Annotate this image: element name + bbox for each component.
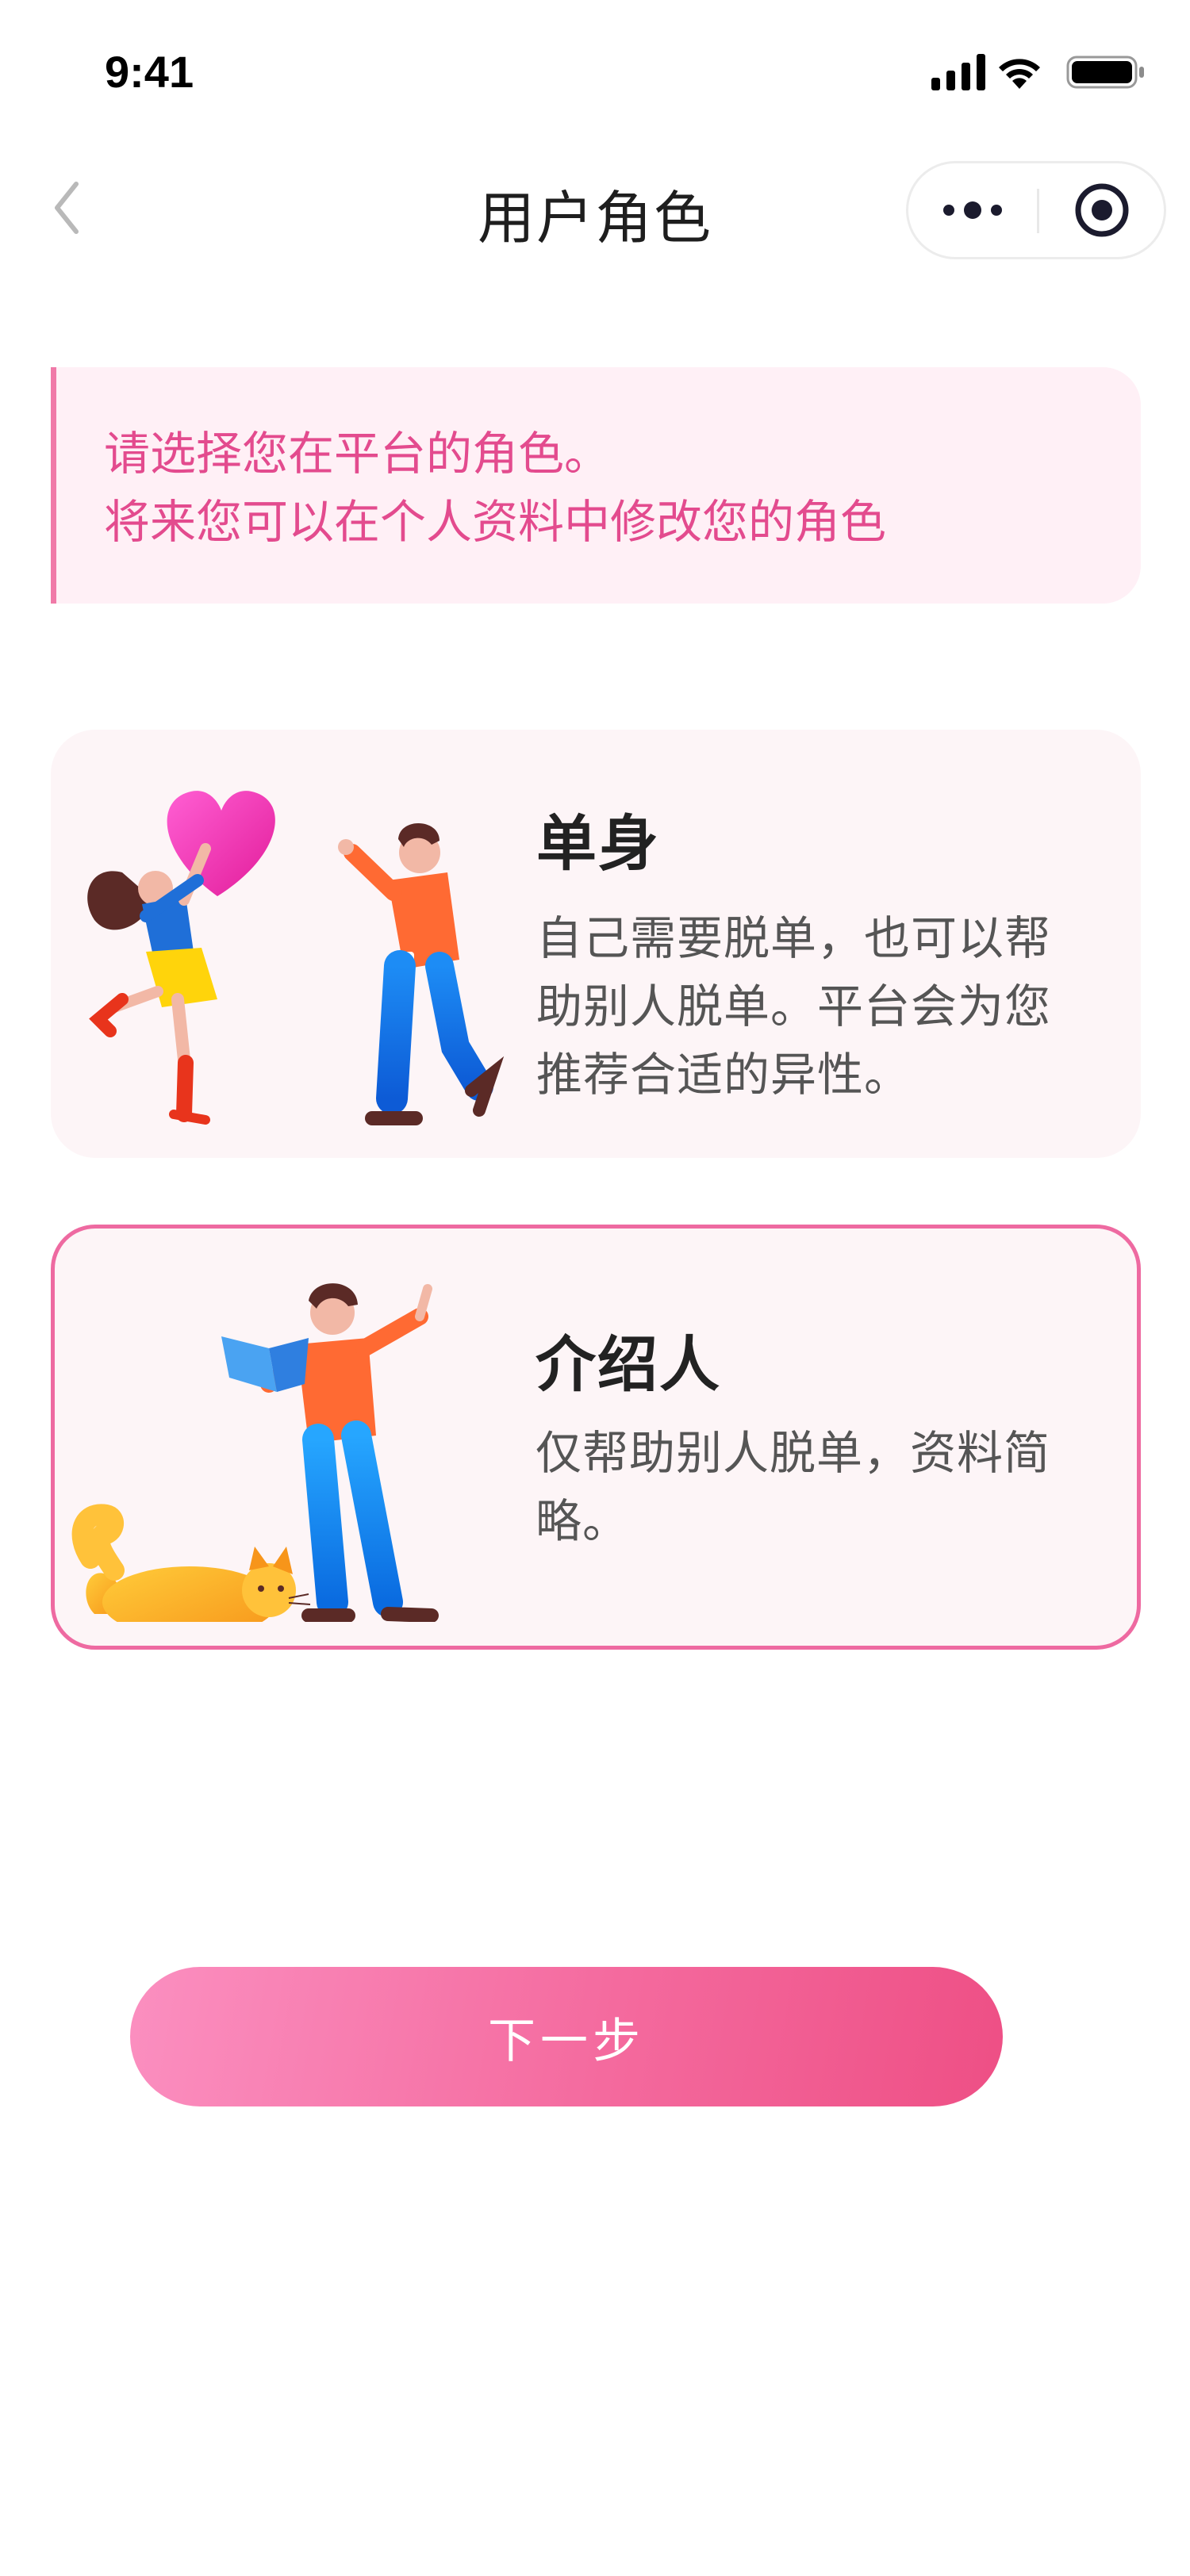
notice-line-2: 将来您可以在个人资料中修改您的角色: [104, 495, 887, 549]
wifi-icon: [999, 59, 1040, 89]
single-couple-illustration: [87, 791, 505, 1125]
status-bar: 9:41: [0, 0, 1190, 143]
notice-line-1: 请选择您在平台的角色。: [104, 427, 611, 481]
role-card-matchmaker[interactable]: 介绍人 仅帮助别人脱单，资料简略。: [51, 1225, 1141, 1650]
status-time: 9:41: [105, 47, 194, 97]
role-description-single: 自己需要脱单，也可以帮助别人脱单。平台会为您推荐合适的异性。: [536, 911, 1052, 1102]
matchmaker-cat-illustration: [71, 1283, 439, 1622]
battery-icon: [1066, 56, 1144, 89]
mini-program-capsule: [906, 161, 1166, 259]
more-button[interactable]: [908, 163, 1037, 257]
role-card-single[interactable]: 单身 自己需要脱单，也可以帮助别人脱单。平台会为您推荐合适的异性。: [51, 730, 1141, 1158]
role-description-matchmaker: 仅帮助别人脱单，资料简略。: [536, 1426, 1051, 1548]
next-step-label: 下一步: [488, 2013, 645, 2069]
next-step-button[interactable]: 下一步: [130, 1967, 1003, 2106]
more-dots-icon: [943, 201, 1002, 219]
target-close-icon: [1075, 183, 1129, 237]
close-button[interactable]: [1039, 163, 1165, 257]
cellular-signal-icon: [931, 54, 985, 90]
role-notice: 请选择您在平台的角色。 将来您可以在个人资料中修改您的角色: [51, 367, 1141, 604]
role-title-single: 单身: [536, 808, 660, 879]
role-title-matchmaker: 介绍人: [536, 1329, 721, 1400]
